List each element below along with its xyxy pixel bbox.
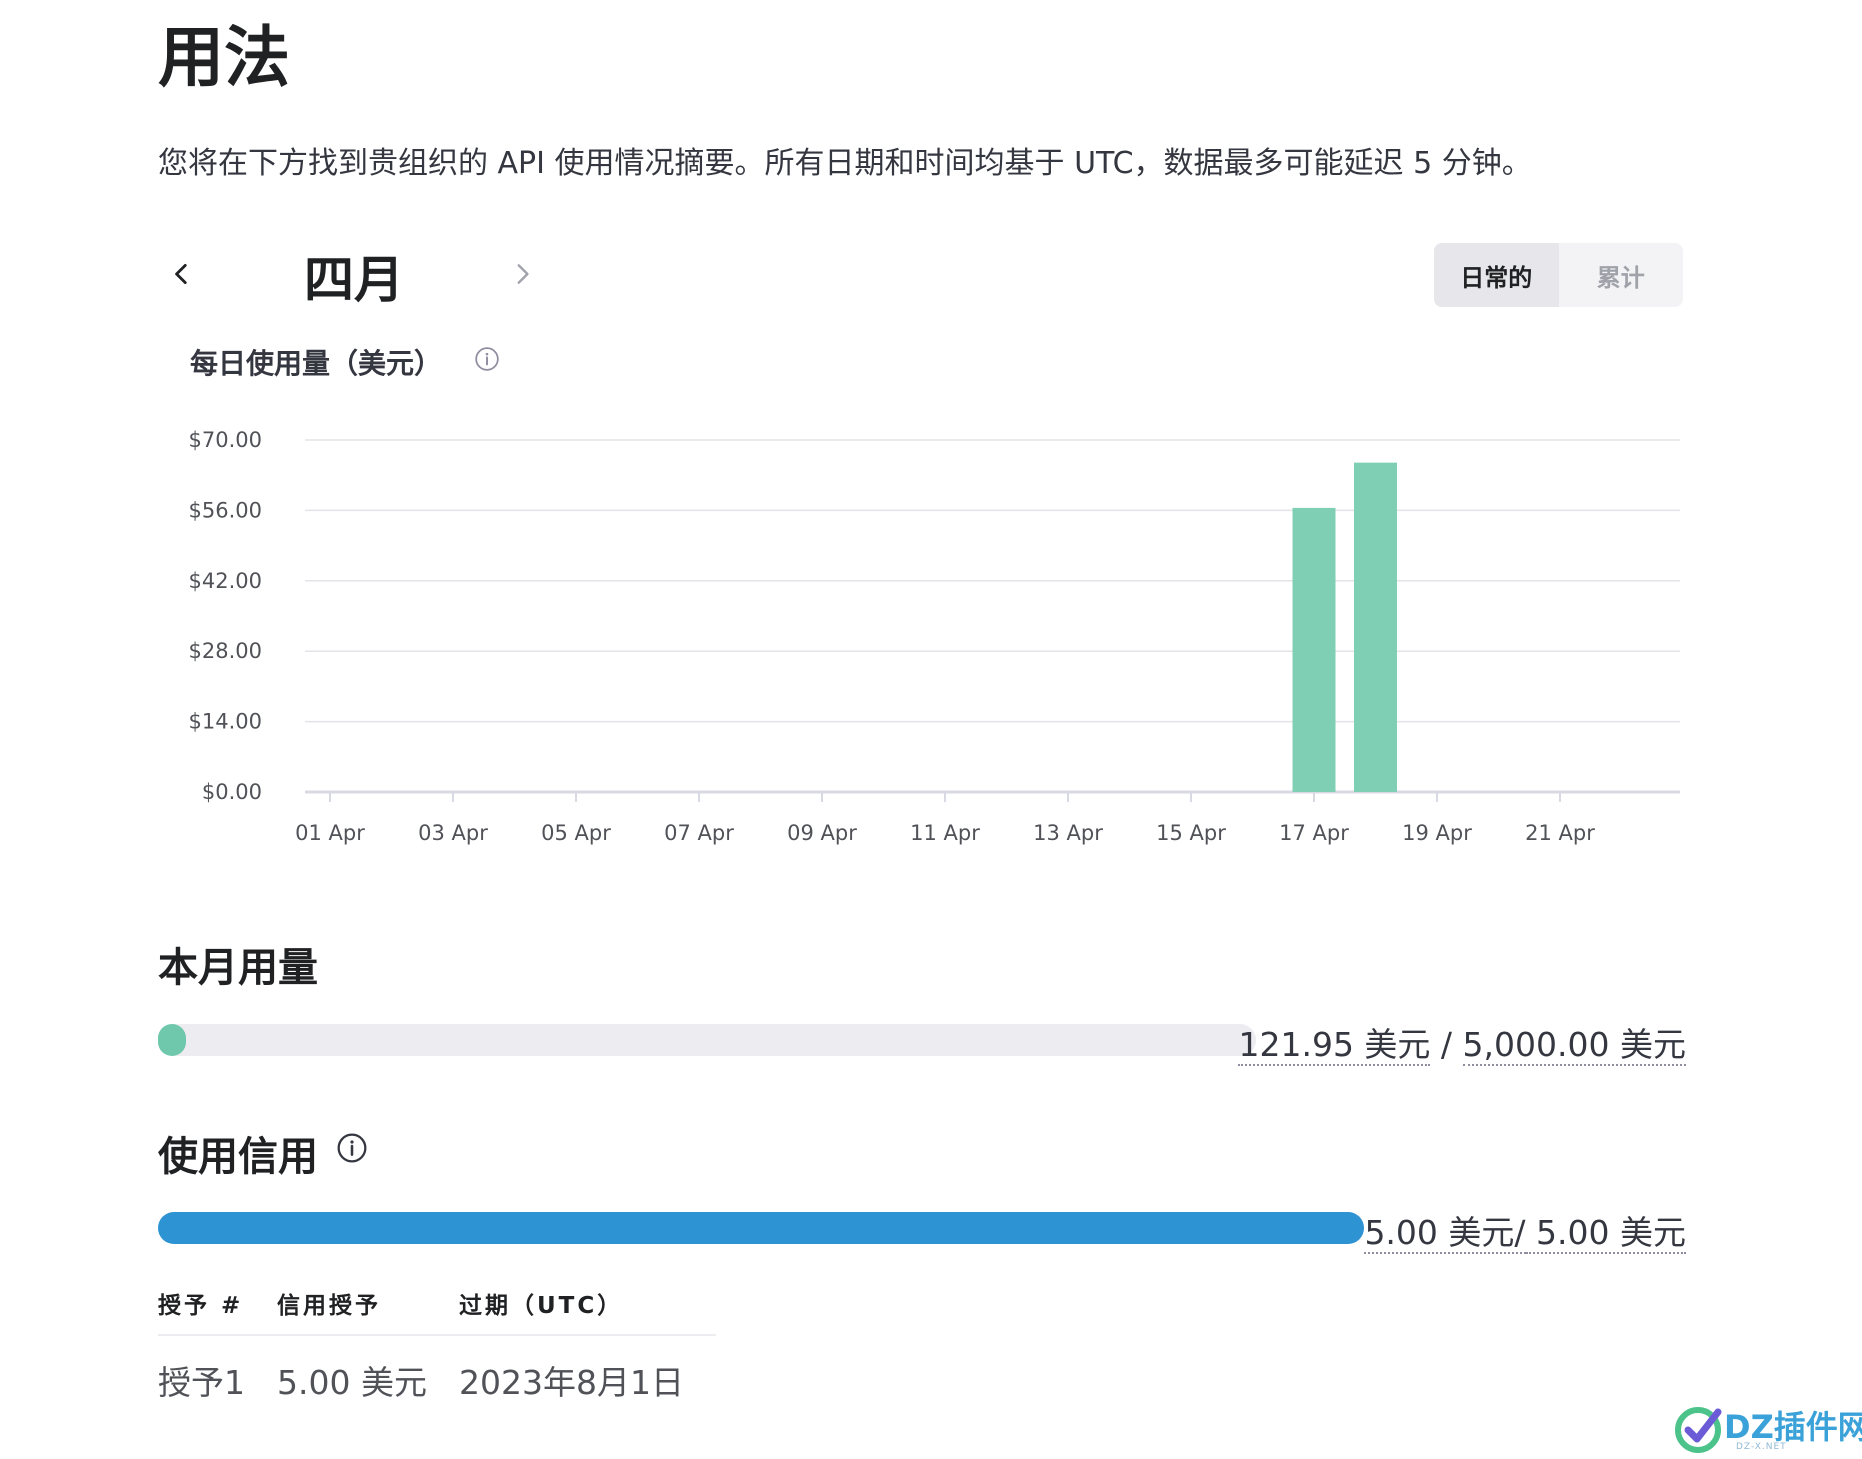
y-tick-label: $56.00 [189,498,262,522]
x-tick-label: 19 Apr [1402,821,1472,845]
y-tick-label: $14.00 [189,710,262,734]
page-subtitle: 您将在下方找到贵组织的 API 使用情况摘要。所有日期和时间均基于 UTC，数据… [158,146,1532,181]
monthly-usage-title: 本月用量 [158,945,318,991]
credits-used[interactable]: 5.00 美元/ [1364,1213,1526,1254]
checkmark-logo-icon [1675,1407,1722,1453]
x-tick-label: 13 Apr [1033,821,1103,845]
month-navigation: 四月 [158,240,558,310]
credits-info-icon[interactable] [336,1132,368,1164]
grant-name-cell: 授予1 [158,1363,245,1402]
column-header-credit: 信用授予 [277,1280,459,1336]
usage-separator: / [1430,1025,1463,1064]
x-tick-label: 05 Apr [541,821,611,845]
grant-expiry-cell: 2023年8月1日 [458,1363,684,1402]
daily-view-button[interactable]: 日常的 [1434,243,1559,307]
y-tick-label: $42.00 [189,569,262,593]
x-tick-label: 17 Apr [1279,821,1349,845]
monthly-usage-used[interactable]: 121.95 美元 [1238,1025,1431,1066]
view-toggle: 日常的 累计 [1434,243,1683,307]
column-header-expiry: 过期（UTC） [458,1280,716,1336]
watermark-logo: DZ插件网 DZ-X.NET [1674,1400,1862,1459]
credits-amount: 5.00 美元/ 5.00 美元 [1364,1206,1686,1254]
daily-usage-chart: $70.00 $56.00 $42.00 $28.00 $14.00 $0.00 01 Ap… [189,428,1680,845]
y-tick-label: $70.00 [189,428,262,452]
previous-month-button[interactable] [158,250,206,298]
chevron-left-icon [175,263,187,285]
y-tick-label: $28.00 [189,639,262,663]
monthly-usage-bar-fill [158,1024,186,1056]
credits-bar-fill [158,1212,1364,1244]
chart-bar[interactable] [1354,462,1397,792]
column-header-grant: 授予 # [158,1280,277,1336]
credits-bar [158,1212,1364,1244]
monthly-usage-bar [158,1024,1256,1056]
chart-bar[interactable] [1292,507,1336,792]
credits-total[interactable]: 5.00 美元 [1525,1213,1686,1254]
current-month-label: 四月 [304,251,404,309]
x-tick-label: 03 Apr [418,821,488,845]
y-tick-label: $0.00 [202,780,262,804]
x-tick-label: 15 Apr [1156,821,1226,845]
x-tick-label: 09 Apr [787,821,857,845]
x-tick-label: 01 Apr [295,821,365,845]
credits-title: 使用信用 [158,1134,318,1180]
next-month-button[interactable] [498,250,546,298]
watermark-subtext: DZ-X.NET [1736,1442,1787,1452]
chart-title: 每日使用量（美元） [190,347,443,380]
chevron-right-icon [517,264,529,284]
grants-table-header: 授予 # 信用授予 过期（UTC） [158,1280,716,1336]
x-tick-label: 11 Apr [910,821,980,845]
monthly-usage-amount: 121.95 美元 / 5,000.00 美元 [1238,1018,1686,1066]
x-tick-label: 21 Apr [1525,821,1595,845]
x-tick-label: 07 Apr [664,821,734,845]
monthly-usage-limit[interactable]: 5,000.00 美元 [1462,1025,1686,1066]
grant-amount-cell: 5.00 美元 [277,1363,427,1402]
table-row: 授予1 5.00 美元 2023年8月1日 [158,1335,716,1404]
cumulative-view-button[interactable]: 累计 [1559,243,1684,307]
page-title: 用法 [158,19,290,96]
grants-table: 授予 # 信用授予 过期（UTC） 授予1 5.00 美元 2023年8月1日 [158,1280,716,1404]
info-icon[interactable] [474,346,500,372]
